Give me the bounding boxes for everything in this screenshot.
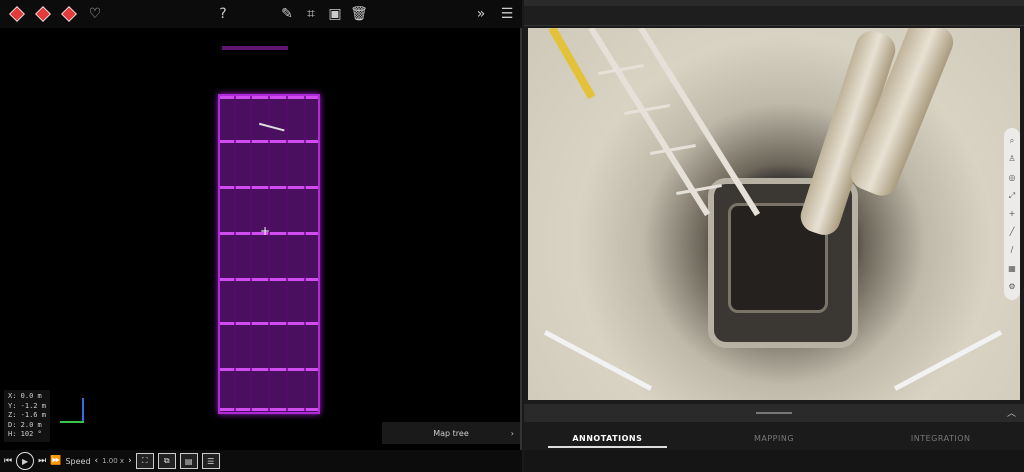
point-cloud-top-fragment <box>222 46 288 50</box>
yellow-handrail <box>548 28 596 100</box>
coord-d: D: 2.0 m <box>8 420 42 429</box>
step-forward-icon[interactable]: ⏭ <box>38 456 46 466</box>
right-bottom-panel <box>524 450 1024 472</box>
crop-icon[interactable]: ⌗ <box>300 3 322 25</box>
point-cloud-viewer[interactable]: ♡ ? ✎ ⌗ ▣ 🗑 » ☰ + X: 0.0 m Y: -1.2 m Z: … <box>0 0 522 450</box>
resize-grip[interactable] <box>756 412 792 414</box>
view-front-cube-icon[interactable] <box>32 3 54 25</box>
heart-icon[interactable]: ♡ <box>84 3 106 25</box>
view-top-cube-icon[interactable] <box>6 3 28 25</box>
speed-increase-icon[interactable]: › <box>128 456 132 466</box>
tool-button-1[interactable]: ⛶ <box>135 453 154 469</box>
measure-icon[interactable]: ╱ <box>1007 227 1017 237</box>
play-button[interactable]: ▶ <box>16 452 35 470</box>
coord-z: Z: -1.6 m <box>8 411 46 419</box>
point-cloud-rail <box>268 96 270 412</box>
settings-icon[interactable]: ⚙ <box>1007 282 1017 292</box>
map-tree-label: Map tree <box>433 428 469 438</box>
view-360-icon[interactable]: ◎ <box>1007 173 1017 183</box>
ladder-rail <box>588 28 711 217</box>
panel-toggle-icon[interactable]: ☰ <box>496 3 518 25</box>
panorama-side-toolbar: ⌕ ♙ ◎ ⤢ + ╱ ∕ ▦ ⚙ <box>1004 128 1020 300</box>
chevron-right-icon: › <box>510 428 514 438</box>
viewer-toolbar: ♡ ? ✎ ⌗ ▣ 🗑 » ☰ <box>0 0 522 28</box>
plus-icon[interactable]: + <box>1007 209 1017 219</box>
camera-position-marker[interactable] <box>257 122 285 138</box>
point-cloud-rail <box>250 96 252 412</box>
point-cloud-shaft[interactable]: + <box>218 94 320 414</box>
app-window: ♡ ? ✎ ⌗ ▣ 🗑 » ☰ + X: 0.0 m Y: -1.2 m Z: … <box>0 0 1024 472</box>
expand-icon[interactable]: ⤢ <box>1007 191 1017 201</box>
top-strip <box>524 0 1024 6</box>
point-cloud-rail <box>286 96 288 412</box>
railing-left <box>543 330 653 391</box>
point-cloud-rail <box>234 96 236 412</box>
coord-y: Y: -1.2 m <box>8 401 46 410</box>
help-button[interactable]: ? <box>212 3 234 25</box>
panorama-toolbar <box>524 0 1024 26</box>
double-chevron-right-icon[interactable]: » <box>470 3 492 25</box>
view-side-cube-icon[interactable] <box>58 3 80 25</box>
tool-button-4[interactable]: ☰ <box>201 453 220 469</box>
speed-decrease-icon[interactable]: ‹ <box>95 456 99 466</box>
panorama-pane: ⌕ ♙ ◎ ⤢ + ╱ ∕ ▦ ⚙ ︿ ANNOTATIONS MAPPING … <box>524 0 1024 472</box>
point-cloud-rail <box>304 96 306 412</box>
coord-x: X: 0.0 m <box>8 392 42 400</box>
crosshair-icon: + <box>260 224 271 238</box>
coordinates-readout: X: 0.0 m Y: -1.2 m Z: -1.6 m D: 2.0 m H:… <box>4 390 50 442</box>
panorama-image[interactable] <box>528 28 1020 400</box>
tab-annotations[interactable]: ANNOTATIONS <box>524 426 691 450</box>
fast-forward-icon[interactable]: ⏩ <box>50 456 61 466</box>
chevron-up-icon[interactable]: ︿ <box>1007 406 1016 419</box>
playback-controls: ⏮ ▶ ⏭ ⏩ Speed ‹ 1.00 x › ⛶ ⧉ ▤ ☰ <box>0 450 522 472</box>
coord-h: H: 102 ° <box>8 430 42 438</box>
panel-divider[interactable]: ︿ <box>524 404 1024 422</box>
speed-label: Speed <box>65 456 91 466</box>
railing-right <box>893 330 1003 391</box>
zoom-icon[interactable]: ⌕ <box>1007 136 1017 146</box>
axis-x-indicator <box>60 421 84 423</box>
speed-value: 1.00 x <box>102 457 125 465</box>
tool-button-2[interactable]: ⧉ <box>157 453 176 469</box>
map-tree-button[interactable]: Map tree › <box>382 422 520 444</box>
person-icon[interactable]: ♙ <box>1007 154 1017 164</box>
calendar-icon[interactable]: ▦ <box>1007 264 1017 274</box>
trash-icon[interactable]: 🗑 <box>348 3 370 25</box>
tool-button-3[interactable]: ▤ <box>179 453 198 469</box>
tab-mapping[interactable]: MAPPING <box>691 426 858 450</box>
axis-y-indicator <box>82 398 84 422</box>
skip-back-icon[interactable]: ⏮ <box>4 456 12 466</box>
bottom-tabs: ANNOTATIONS MAPPING INTEGRATION <box>524 426 1024 450</box>
pencil-icon[interactable]: ✎ <box>276 3 298 25</box>
tab-integration[interactable]: INTEGRATION <box>857 426 1024 450</box>
save-icon[interactable]: ▣ <box>324 3 346 25</box>
line-icon[interactable]: ∕ <box>1007 245 1017 255</box>
